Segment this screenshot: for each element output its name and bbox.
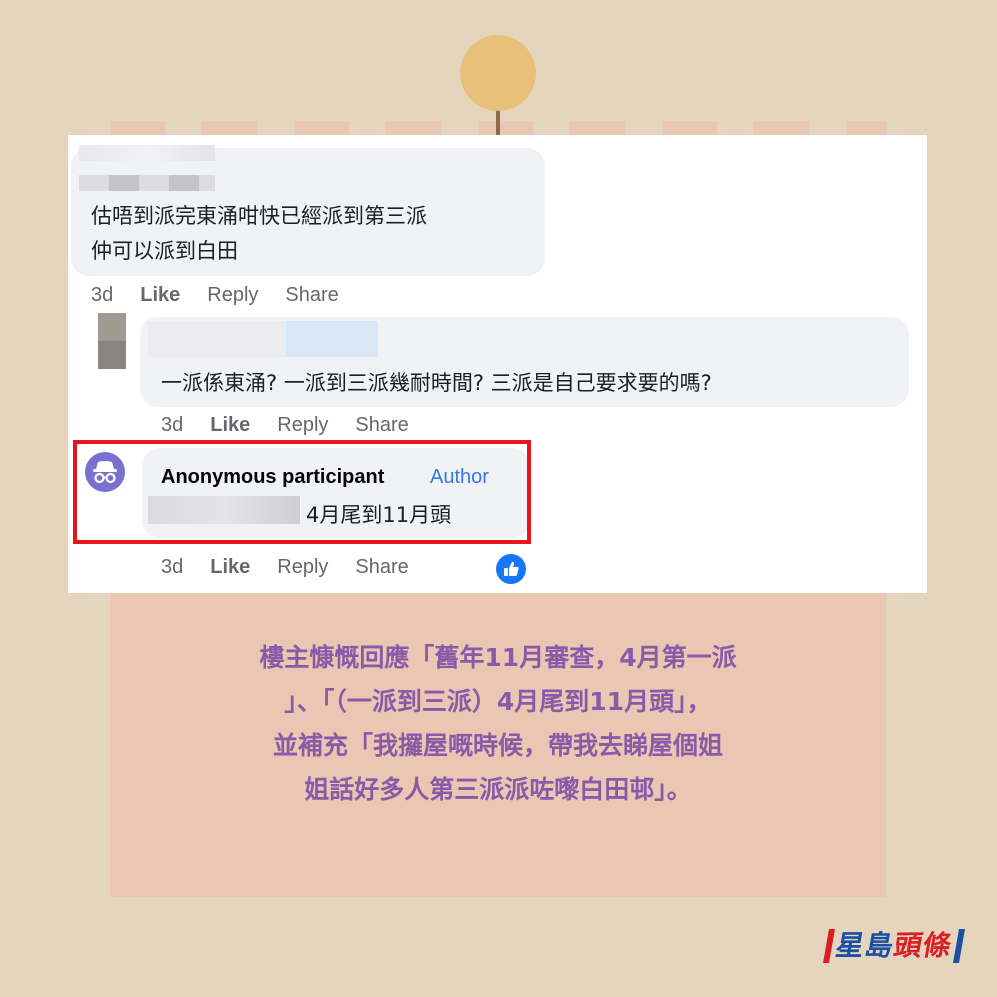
caption-line: 樓主慷慨回應「舊年11月審查，4月第一派 — [259, 643, 737, 672]
share-button[interactable]: Share — [285, 284, 338, 307]
redacted-name — [79, 175, 215, 191]
comment-text-line: 估唔到派完東涌咁快已經派到第三派 — [91, 204, 427, 228]
comment-text-line: 仲可以派到白田 — [91, 239, 238, 263]
comment-actions: 3d Like Reply Share — [91, 284, 339, 307]
like-button[interactable]: Like — [210, 414, 250, 437]
caption-line: 姐話好多人第三派派咗嚟白田邨」。 — [304, 775, 692, 804]
logo-bar — [953, 929, 966, 963]
thumbs-up-icon — [496, 554, 526, 584]
reply-button[interactable]: Reply — [277, 414, 328, 437]
redacted-avatar — [98, 313, 126, 369]
redacted-name — [79, 145, 215, 161]
comment-text: 一派係東涌? 一派到三派幾耐時間? 三派是自己要求要的嗎? — [161, 371, 712, 395]
pushpin-icon — [460, 35, 536, 111]
comment-actions: 3d Like Reply Share — [161, 414, 409, 437]
comment-time: 3d — [161, 556, 184, 578]
caption-line: 並補充「我攞屋嘅時候，帶我去睇屋個姐 — [272, 731, 723, 760]
like-button[interactable]: Like — [210, 556, 250, 579]
share-button[interactable]: Share — [355, 414, 408, 437]
logo-text: 星島頭條 — [833, 928, 955, 964]
logo-text-part2: 頭條 — [891, 929, 956, 962]
comment-actions: 3d Like Reply Share — [161, 556, 409, 579]
share-button[interactable]: Share — [355, 556, 408, 579]
publisher-logo: 星島頭條 — [823, 928, 966, 964]
comment-time: 3d — [161, 414, 184, 436]
caption-line: 」、「（一派到三派）4月尾到11月頭」， — [284, 687, 712, 716]
reply-button[interactable]: Reply — [277, 556, 328, 579]
like-button[interactable]: Like — [140, 284, 180, 307]
highlight-frame — [73, 440, 531, 544]
logo-text-part1: 星島 — [833, 929, 898, 962]
reply-button[interactable]: Reply — [207, 284, 258, 307]
comment-time: 3d — [91, 284, 114, 306]
redacted-name — [148, 321, 378, 357]
caption: 樓主慷慨回應「舊年11月審查，4月第一派 」、「（一派到三派）4月尾到11月頭」… — [110, 636, 886, 812]
